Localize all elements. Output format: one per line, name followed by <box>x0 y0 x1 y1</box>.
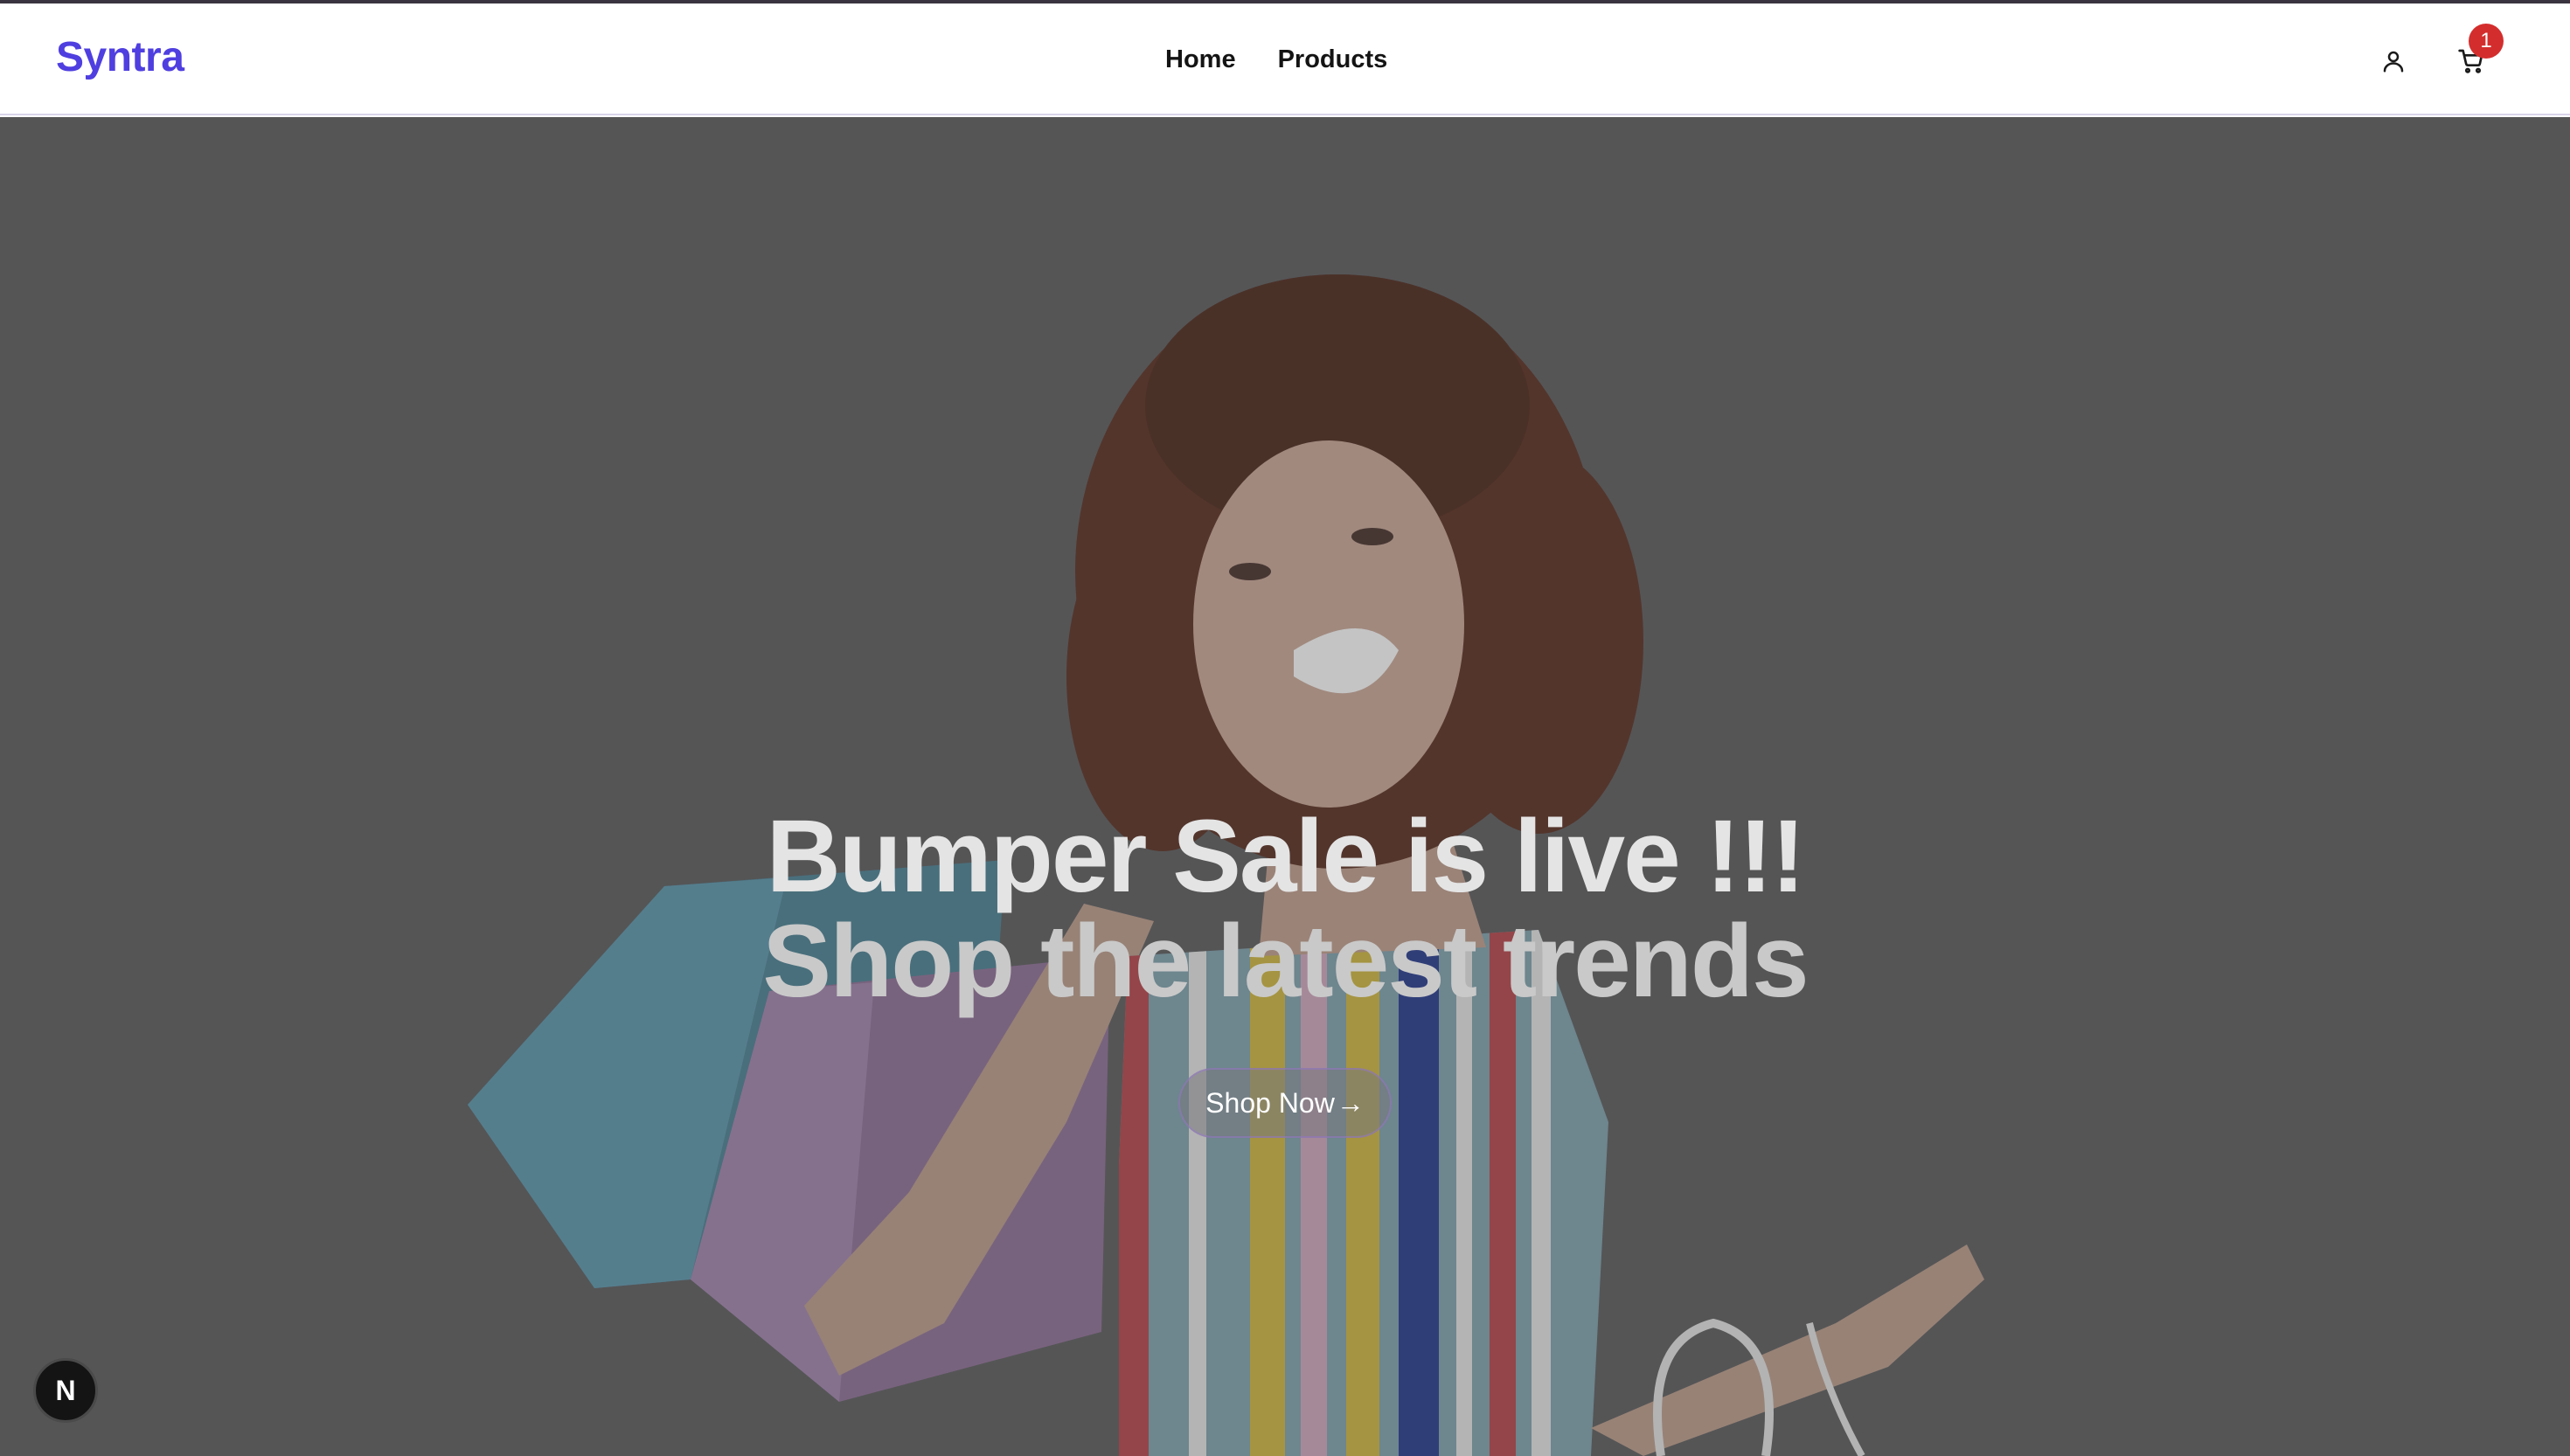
n-logo-icon: N <box>55 1374 76 1406</box>
shop-now-button[interactable]: Shop Now → <box>1178 1068 1392 1138</box>
hero-overlay <box>0 117 2570 1456</box>
shop-now-label: Shop Now <box>1205 1086 1335 1119</box>
nav-link-products[interactable]: Products <box>1278 45 1388 74</box>
main-nav: Home Products <box>1165 45 1387 74</box>
cart-count-badge: 1 <box>2469 24 2504 59</box>
site-header: Syntra Home Products <box>0 3 2570 115</box>
arrow-right-icon: → <box>1336 1086 1365 1119</box>
hero-headline: Bumper Sale is live !!! <box>766 799 1806 914</box>
account-button[interactable] <box>2374 42 2413 80</box>
brand-logo[interactable]: Syntra <box>56 33 184 81</box>
hero-subheadline: Shop the latest trends <box>762 904 1809 1019</box>
hero-banner: Bumper Sale is live !!! Shop the latest … <box>0 117 2570 1456</box>
nav-link-home[interactable]: Home <box>1165 45 1236 74</box>
user-icon <box>2383 51 2404 73</box>
dev-tools-badge[interactable]: N <box>33 1358 98 1423</box>
